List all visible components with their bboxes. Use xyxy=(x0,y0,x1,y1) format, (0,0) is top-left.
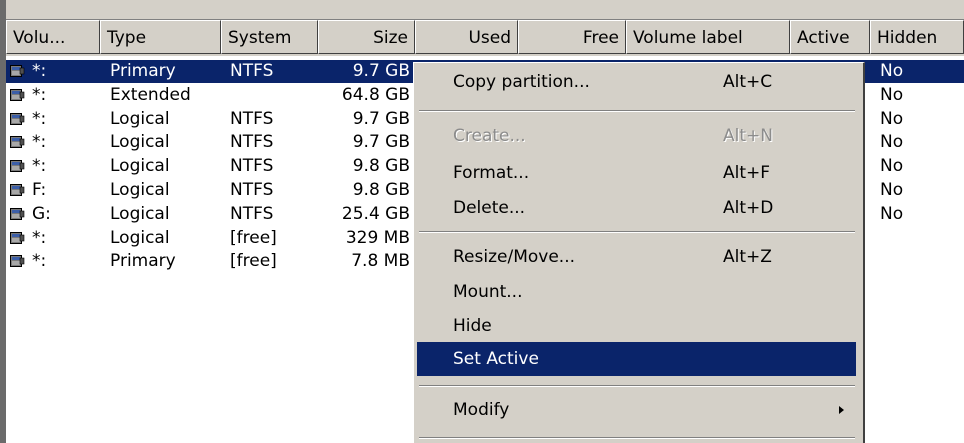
menu-item-shortcut: Alt+F xyxy=(723,163,771,183)
cell-type: Primary xyxy=(110,251,176,272)
cell-hidden: No xyxy=(880,132,904,153)
cell-type: Logical xyxy=(110,156,170,177)
cell-type: Logical xyxy=(110,108,170,129)
cell-volume: *: xyxy=(32,251,47,272)
cell-size: 9.7 GB xyxy=(352,132,410,153)
menu-item-delete[interactable]: Delete... Alt+D xyxy=(417,191,856,225)
cell-type: Logical xyxy=(110,203,170,224)
cell-system: NTFS xyxy=(230,156,274,177)
cell-system: NTFS xyxy=(230,203,274,224)
menu-separator xyxy=(419,231,855,233)
menu-item-create[interactable]: Create... Alt+N xyxy=(417,119,856,153)
cell-size: 7.8 MB xyxy=(351,251,410,272)
cell-system: [free] xyxy=(230,251,277,272)
col-header-hidden[interactable]: Hidden xyxy=(870,20,964,54)
menu-item-shortcut: Alt+D xyxy=(723,198,774,218)
cell-hidden: No xyxy=(880,108,904,129)
cell-hidden: No xyxy=(880,84,904,105)
chevron-right-icon xyxy=(839,406,844,414)
col-header-used[interactable]: Used xyxy=(415,20,518,54)
disk-drive-icon xyxy=(10,112,25,125)
cell-hidden: No xyxy=(880,203,904,224)
cell-size: 329 MB xyxy=(345,227,410,248)
cell-type: Logical xyxy=(110,132,170,153)
cell-size: 9.8 GB xyxy=(352,156,410,177)
menu-item-label: Modify xyxy=(453,400,510,420)
menu-item-resize-move[interactable]: Resize/Move... Alt+Z xyxy=(417,240,856,274)
menu-item-label: Copy partition... xyxy=(453,72,590,92)
menu-item-label: Hide xyxy=(453,316,492,336)
menu-item-label: Format... xyxy=(453,163,530,183)
menu-item-mount[interactable]: Mount... xyxy=(417,275,856,309)
menu-item-shortcut: Alt+C xyxy=(723,72,773,92)
cell-size: 9.7 GB xyxy=(352,61,410,81)
col-header-volume-label[interactable]: Volume label xyxy=(626,20,790,54)
col-header-type[interactable]: Type xyxy=(100,20,221,54)
cell-volume: *: xyxy=(32,84,47,105)
cell-type: Logical xyxy=(110,227,170,248)
menu-item-format[interactable]: Format... Alt+F xyxy=(417,156,856,190)
cell-hidden: No xyxy=(880,61,904,81)
menu-item-set-active[interactable]: Set Active xyxy=(417,342,856,376)
menu-separator xyxy=(419,437,855,439)
col-header-system[interactable]: System xyxy=(221,20,318,54)
list-header: Volu... Type System Size Used Free Volum… xyxy=(6,20,964,56)
disk-drive-icon xyxy=(10,160,25,173)
cell-size: 9.7 GB xyxy=(352,108,410,129)
disk-drive-icon xyxy=(10,88,25,101)
cell-hidden: No xyxy=(880,180,904,200)
menu-item-label: Create... xyxy=(453,126,526,146)
cell-volume: *: xyxy=(32,227,47,248)
cell-volume: *: xyxy=(32,132,47,153)
cell-system: [free] xyxy=(230,227,277,248)
col-header-volume[interactable]: Volu... xyxy=(6,20,100,54)
cell-size: 9.8 GB xyxy=(352,180,410,200)
col-header-size[interactable]: Size xyxy=(318,20,415,54)
cell-system: NTFS xyxy=(230,180,274,200)
menu-item-shortcut: Alt+Z xyxy=(723,247,772,267)
cell-volume: *: xyxy=(32,156,47,177)
menu-item-hide[interactable]: Hide xyxy=(417,309,856,343)
menu-item-label: Mount... xyxy=(453,282,523,302)
menu-separator xyxy=(419,110,855,112)
cell-volume: *: xyxy=(32,108,47,129)
menu-item-label: Set Active xyxy=(453,349,539,369)
col-header-active[interactable]: Active xyxy=(790,20,870,54)
context-menu: Copy partition... Alt+C Create... Alt+N … xyxy=(413,62,865,443)
cell-volume: F: xyxy=(32,180,47,200)
menu-item-shortcut: Alt+N xyxy=(723,126,773,146)
cell-hidden: No xyxy=(880,156,904,177)
cell-type: Logical xyxy=(110,180,170,200)
cell-size: 25.4 GB xyxy=(341,203,410,224)
disk-drive-icon xyxy=(10,184,25,196)
disk-drive-icon xyxy=(10,255,25,268)
cell-system: NTFS xyxy=(230,132,274,153)
cell-type: Extended xyxy=(110,84,191,105)
disk-drive-icon xyxy=(10,65,25,77)
cell-size: 64.8 GB xyxy=(341,84,410,105)
disk-drive-icon xyxy=(10,231,25,244)
disk-drive-icon xyxy=(10,136,25,149)
menu-item-modify[interactable]: Modify xyxy=(417,393,856,427)
menu-item-label: Resize/Move... xyxy=(453,247,575,267)
col-header-free[interactable]: Free xyxy=(518,20,626,54)
menu-separator xyxy=(419,385,855,387)
cell-volume: *: xyxy=(32,61,47,81)
cell-type: Primary xyxy=(110,61,176,81)
window-top-border xyxy=(6,0,964,20)
menu-item-label: Delete... xyxy=(453,198,526,218)
cell-system: NTFS xyxy=(230,108,274,129)
menu-item-copy-partition[interactable]: Copy partition... Alt+C xyxy=(417,65,856,99)
cell-system: NTFS xyxy=(230,61,274,81)
disk-drive-icon xyxy=(10,207,25,220)
cell-volume: G: xyxy=(32,203,51,224)
